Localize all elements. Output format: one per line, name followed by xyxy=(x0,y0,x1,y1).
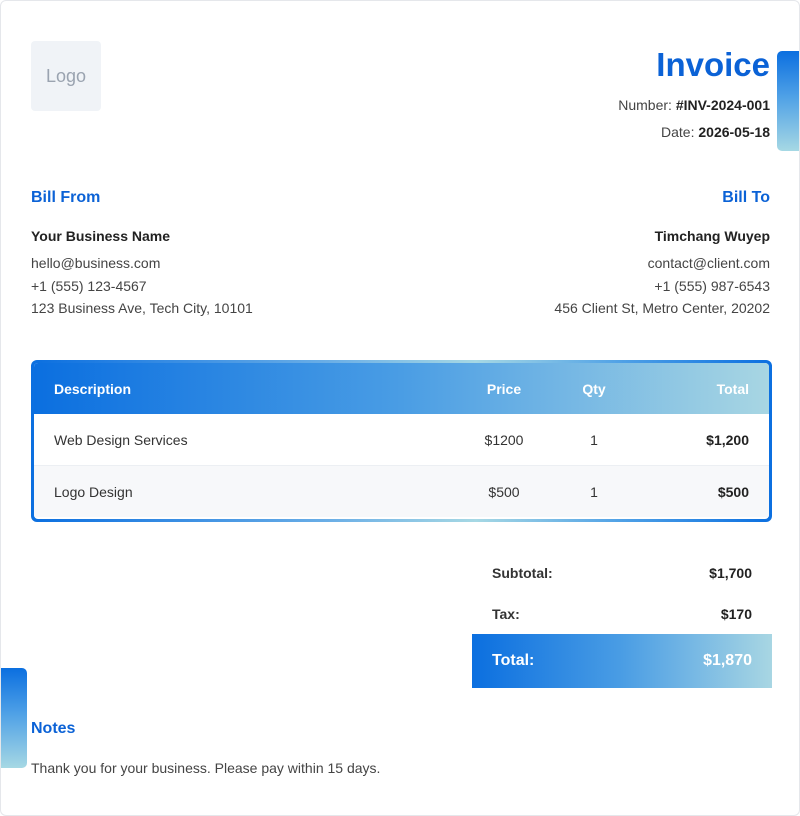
bill-to-section: Bill To Timchang Wuyep contact@client.co… xyxy=(554,189,770,323)
totals-section: Subtotal: $1,700 Tax: $170 Total: $1,870 xyxy=(472,552,772,688)
tax-label: Tax: xyxy=(492,605,520,622)
column-header-qty: Qty xyxy=(582,380,606,397)
column-header-total: Total xyxy=(716,380,749,397)
logo-text: Logo xyxy=(45,65,87,86)
column-header-description: Description xyxy=(54,380,132,397)
bill-from-name: Your Business Name xyxy=(31,228,171,244)
bill-from-heading: Bill From xyxy=(31,189,101,206)
invoice-number-label: Number: xyxy=(618,97,672,113)
bill-to-email: contact@client.com xyxy=(647,255,770,271)
subtotal-label: Subtotal: xyxy=(492,564,553,581)
items-table: Description Price Qty Total Web Design S… xyxy=(34,363,769,517)
tax-row: Tax: $170 xyxy=(472,593,772,634)
items-table-frame: Description Price Qty Total Web Design S… xyxy=(31,360,772,522)
item-description: Logo Design xyxy=(34,465,454,517)
invoice-date-value: 2026-05-18 xyxy=(698,124,770,140)
bill-from-section: Bill From Your Business Name hello@busin… xyxy=(31,189,253,323)
invoice-header: Invoice Number: #INV-2024-001 Date: 2026… xyxy=(618,45,770,151)
invoice-title: Invoice xyxy=(656,46,770,83)
grand-total-row: Total: $1,870 xyxy=(472,634,772,688)
bill-to-address: 456 Client St, Metro Center, 20202 xyxy=(554,300,770,316)
bill-to-heading: Bill To xyxy=(722,189,770,206)
decorative-accent-bar xyxy=(1,668,27,768)
notes-heading: Notes xyxy=(31,720,76,737)
item-price: $1200 xyxy=(454,414,554,466)
item-total: $500 xyxy=(634,465,769,517)
logo-placeholder: Logo xyxy=(31,41,101,111)
bill-to-name: Timchang Wuyep xyxy=(654,228,770,244)
table-row: Logo Design $500 1 $500 xyxy=(34,465,769,517)
item-qty: 1 xyxy=(554,465,634,517)
total-value: $1,870 xyxy=(703,652,752,669)
subtotal-value: $1,700 xyxy=(709,564,752,581)
bill-from-email: hello@business.com xyxy=(31,255,161,271)
bill-from-phone: +1 (555) 123-4567 xyxy=(31,277,147,294)
tax-value: $170 xyxy=(720,605,752,622)
item-description: Web Design Services xyxy=(34,414,454,466)
item-price: $500 xyxy=(454,465,554,517)
item-total: $1,200 xyxy=(634,414,769,466)
table-header-row: Description Price Qty Total xyxy=(34,363,769,414)
subtotal-row: Subtotal: $1,700 xyxy=(472,552,772,593)
invoice-page: Logo Invoice Number: #INV-2024-001 Date:… xyxy=(0,0,800,816)
item-qty: 1 xyxy=(554,414,634,466)
table-row: Web Design Services $1200 1 $1,200 xyxy=(34,414,769,466)
invoice-date: Date: 2026-05-18 xyxy=(618,124,770,141)
bill-from-address: 123 Business Ave, Tech City, 10101 xyxy=(31,300,253,316)
invoice-date-label: Date: xyxy=(661,124,695,140)
invoice-number: Number: #INV-2024-001 xyxy=(618,97,770,114)
column-header-price: Price xyxy=(486,380,522,397)
invoice-number-value: #INV-2024-001 xyxy=(675,97,770,113)
total-label: Total: xyxy=(492,652,535,669)
decorative-accent-bar xyxy=(777,51,799,151)
notes-section: Notes Thank you for your business. Pleas… xyxy=(31,720,380,777)
bill-to-phone: +1 (555) 987-6543 xyxy=(654,277,770,294)
notes-text: Thank you for your business. Please pay … xyxy=(31,760,381,776)
